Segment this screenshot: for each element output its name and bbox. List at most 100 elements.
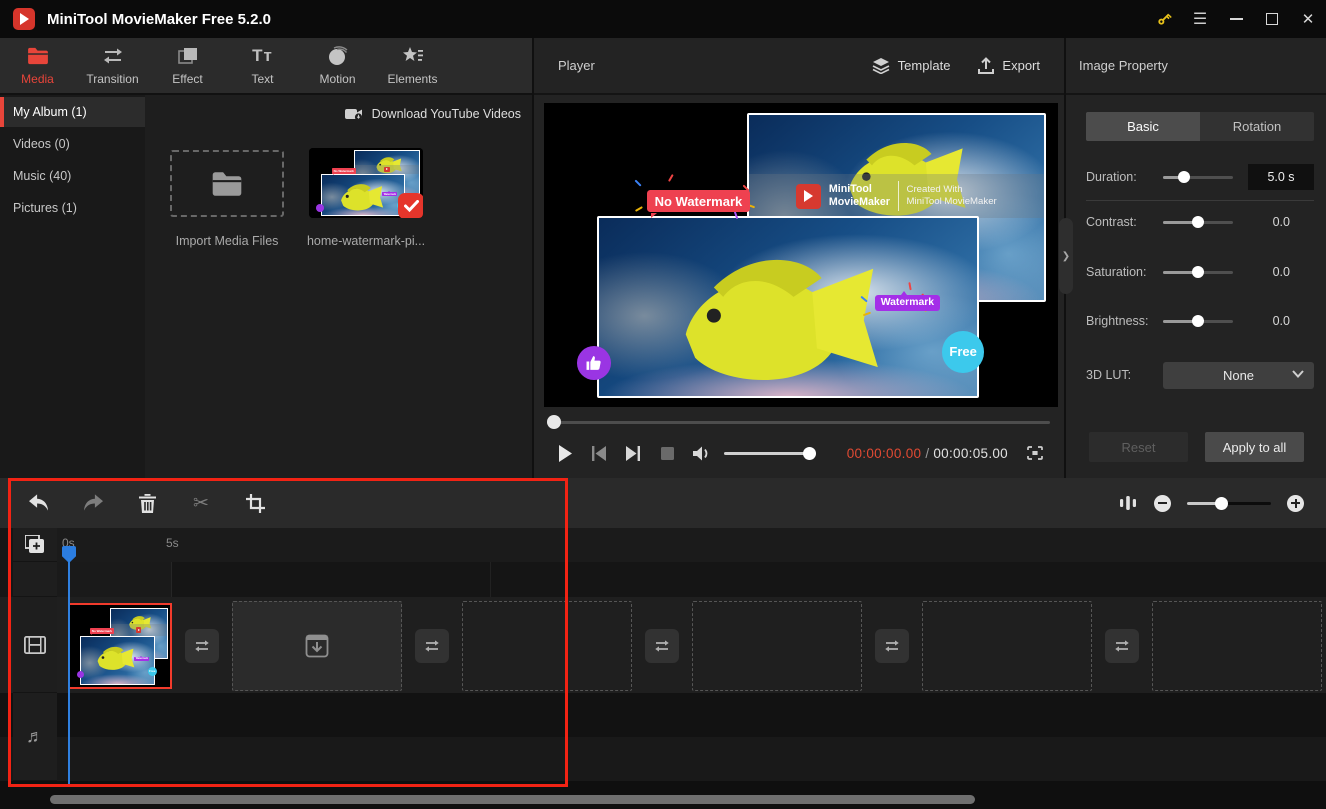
audio-track-lower xyxy=(0,737,1326,781)
player-title: Player xyxy=(558,58,595,73)
close-button[interactable] xyxy=(1290,0,1326,38)
ribbon-tab-bar: Media Transition Effect Text xyxy=(0,38,532,95)
split-button[interactable] xyxy=(191,493,211,513)
chevron-down-icon xyxy=(1292,370,1304,378)
sidebar-item-pictures[interactable]: Pictures (1) xyxy=(0,193,145,223)
preview-promo-image: MiniToolMovieMaker Created WithMiniTool … xyxy=(544,103,1058,407)
maximize-button[interactable] xyxy=(1254,0,1290,38)
apply-to-all-button[interactable]: Apply to all xyxy=(1205,432,1304,462)
tab-basic[interactable]: Basic xyxy=(1086,112,1200,141)
previous-frame-button[interactable] xyxy=(582,446,616,461)
timeline-clip[interactable]: No Watermark Watermark Free xyxy=(68,603,172,689)
tab-transition[interactable]: Transition xyxy=(75,38,150,93)
seek-bar[interactable] xyxy=(547,415,1050,429)
media-drop-slot[interactable] xyxy=(462,601,632,691)
zoom-out-button[interactable] xyxy=(1154,495,1171,512)
zoom-in-button[interactable] xyxy=(1287,495,1304,512)
crop-button[interactable] xyxy=(245,493,265,513)
template-button[interactable]: Template xyxy=(872,58,951,74)
volume-slider[interactable] xyxy=(724,446,816,460)
duration-value[interactable]: 5.0 s xyxy=(1248,164,1314,190)
media-drop-slot[interactable] xyxy=(1152,601,1322,691)
playback-controls: 00:00:00.00/00:00:05.00 xyxy=(548,436,1054,470)
video-download-icon xyxy=(345,107,364,121)
audio-track-upper xyxy=(0,693,1326,737)
divider xyxy=(1086,200,1314,201)
menu-button[interactable] xyxy=(1182,0,1218,38)
current-time: 00:00:00.00 xyxy=(847,446,922,461)
watermark-divider xyxy=(898,181,899,211)
lut-dropdown[interactable]: None xyxy=(1163,362,1314,389)
media-drop-slot[interactable] xyxy=(232,601,402,691)
sidebar-item-my-album[interactable]: My Album (1) xyxy=(0,97,145,127)
tab-effect[interactable]: Effect xyxy=(150,38,225,93)
maximize-icon xyxy=(1266,13,1278,25)
seek-handle[interactable] xyxy=(547,415,561,429)
tab-motion[interactable]: Motion xyxy=(300,38,375,93)
contrast-slider[interactable] xyxy=(1163,215,1233,229)
undo-button[interactable] xyxy=(29,493,49,513)
media-drop-slot[interactable] xyxy=(692,601,862,691)
transition-slot[interactable] xyxy=(185,629,219,663)
duration-row: Duration: 5.0 s xyxy=(1066,164,1326,190)
next-frame-button[interactable] xyxy=(616,446,650,461)
brightness-label: Brightness: xyxy=(1086,314,1149,328)
overlay-track xyxy=(57,562,1326,597)
minitool-logo-icon xyxy=(796,184,821,209)
horizontal-scrollbar[interactable] xyxy=(50,795,975,804)
transition-slot[interactable] xyxy=(875,629,909,663)
export-button[interactable]: Export xyxy=(978,57,1040,74)
tab-media[interactable]: Media xyxy=(0,38,75,93)
watermark-created-text: Created WithMiniTool MovieMaker xyxy=(907,184,997,209)
timeline-clip-thumbnail: No Watermark Watermark Free xyxy=(70,605,170,687)
zoom-slider-handle[interactable] xyxy=(1215,497,1228,510)
reset-button[interactable]: Reset xyxy=(1089,432,1188,462)
no-watermark-badge: No Watermark xyxy=(647,190,750,213)
volume-button[interactable] xyxy=(684,446,718,461)
brightness-value: 0.0 xyxy=(1273,314,1290,328)
ruler-tick-5s: 5s xyxy=(166,536,179,550)
playhead-line xyxy=(68,558,70,787)
fullscreen-button[interactable] xyxy=(1018,446,1052,460)
template-label: Template xyxy=(898,58,951,73)
image-property-panel: Image Property ❯ Basic Rotation Duration… xyxy=(1066,38,1326,478)
duration-slider[interactable] xyxy=(1163,170,1233,184)
speaker-icon xyxy=(693,446,710,461)
delete-button[interactable] xyxy=(137,493,157,513)
free-badge: Free xyxy=(942,331,984,373)
tab-text[interactable]: Text xyxy=(225,38,300,93)
media-library: My Album (1) Videos (0) Music (40) Pictu… xyxy=(0,95,532,478)
sidebar-item-videos[interactable]: Videos (0) xyxy=(0,129,145,159)
minimize-button[interactable] xyxy=(1218,0,1254,38)
media-drop-slot[interactable] xyxy=(922,601,1092,691)
license-key-button[interactable] xyxy=(1146,0,1182,38)
volume-handle[interactable] xyxy=(803,447,816,460)
saturation-slider[interactable] xyxy=(1163,265,1233,279)
play-button[interactable] xyxy=(548,445,582,462)
transition-slot[interactable] xyxy=(645,629,679,663)
tab-rotation[interactable]: Rotation xyxy=(1200,112,1314,141)
import-media-dropzone[interactable] xyxy=(170,150,284,217)
media-thumbnail[interactable]: No Watermark Watermark Free xyxy=(309,148,423,218)
download-youtube-button[interactable]: Download YouTube Videos xyxy=(145,95,532,132)
transition-arrows-icon xyxy=(101,45,125,67)
track-header-column xyxy=(13,528,57,781)
library-content: Download YouTube Videos Import Media Fil… xyxy=(145,95,532,478)
transition-slot[interactable] xyxy=(1105,629,1139,663)
sidebar-item-music[interactable]: Music (40) xyxy=(0,161,145,191)
watermark-band: MiniToolMovieMaker Created WithMiniTool … xyxy=(749,174,1044,218)
overlay-track-segment xyxy=(57,562,172,597)
timeline-zoom-slider[interactable] xyxy=(1187,496,1271,510)
media-folder-icon xyxy=(27,45,49,67)
video-track: No Watermark Watermark Free xyxy=(0,597,1326,693)
redo-button[interactable] xyxy=(83,493,103,513)
lut-row: 3D LUT: None xyxy=(1066,362,1326,388)
transition-slot[interactable] xyxy=(415,629,449,663)
add-to-timeline-button[interactable] xyxy=(13,528,57,562)
tab-elements[interactable]: Elements xyxy=(375,38,450,93)
saturation-label: Saturation: xyxy=(1086,265,1146,279)
stop-button[interactable] xyxy=(650,447,684,460)
panel-collapse-handle[interactable]: ❯ xyxy=(1059,218,1073,294)
track-levels-icon[interactable] xyxy=(1118,493,1138,513)
brightness-slider[interactable] xyxy=(1163,314,1233,328)
